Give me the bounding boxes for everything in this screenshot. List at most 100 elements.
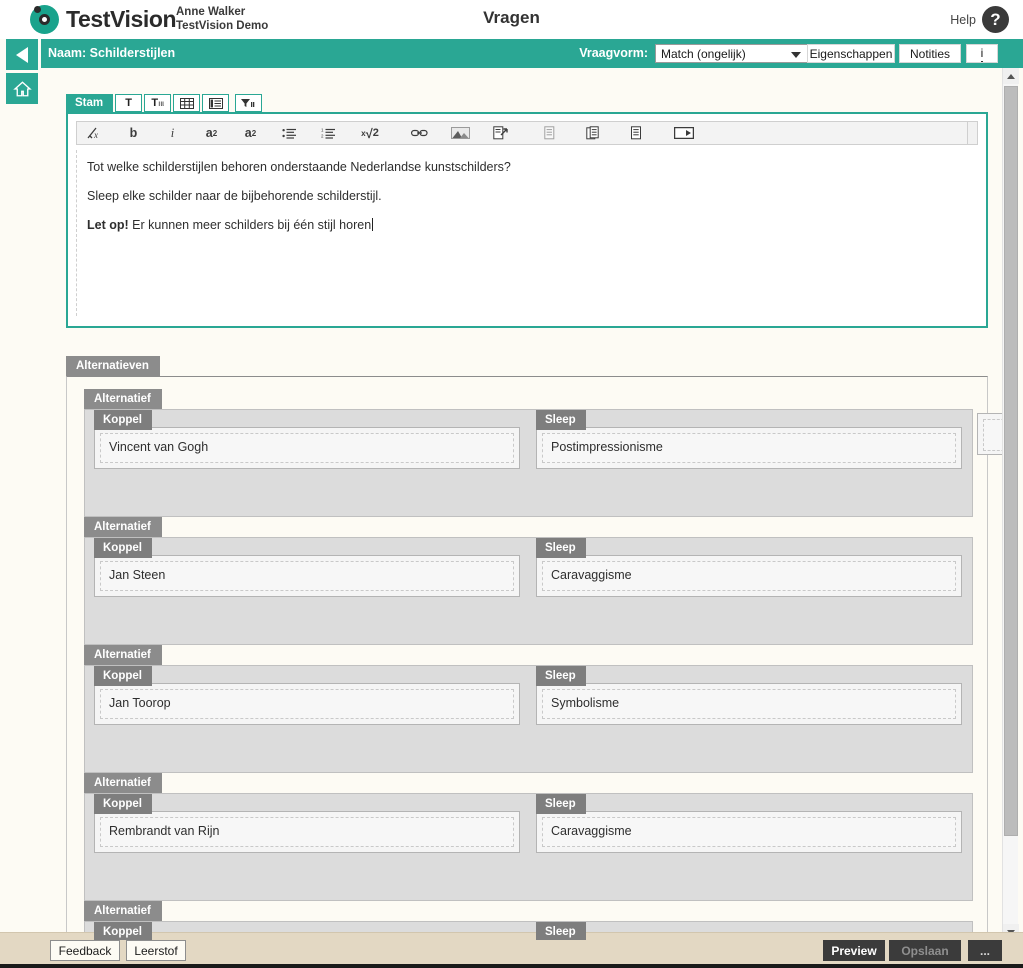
- koppel-value[interactable]: Jan Toorop: [100, 689, 514, 719]
- opslaan-button[interactable]: Opslaan: [889, 940, 961, 961]
- window-bottom-edge: [0, 964, 1023, 968]
- media-list-icon[interactable]: [202, 94, 230, 112]
- superscript-icon[interactable]: a2: [203, 125, 220, 142]
- notities-button[interactable]: Notities: [899, 44, 961, 63]
- koppel-value[interactable]: Jan Steen: [100, 561, 514, 591]
- alternatief-tab[interactable]: Alternatief: [84, 645, 162, 665]
- left-rail: [0, 39, 41, 940]
- sleep-field[interactable]: Caravaggisme: [536, 811, 962, 853]
- info-icon-label: i: [980, 45, 984, 62]
- koppel-field[interactable]: Rembrandt van Rijn: [94, 811, 520, 853]
- filter-columns-icon[interactable]: [235, 94, 263, 112]
- sleep-tab[interactable]: Sleep: [536, 794, 586, 814]
- text-columns-icon[interactable]: Tıιι: [144, 94, 172, 112]
- stam-line-2: Sleep elke schilder naar de bijbehorende…: [87, 189, 382, 203]
- copy-icon[interactable]: [542, 125, 559, 142]
- koppel-tab[interactable]: Koppel: [94, 922, 152, 940]
- sleep-field-overflow[interactable]: [977, 413, 1009, 455]
- clear-formatting-icon[interactable]: x: [86, 125, 103, 142]
- alternatief-tab[interactable]: Alternatief: [84, 901, 162, 921]
- help-link[interactable]: Help ?: [950, 6, 1009, 33]
- sleep-field[interactable]: Postimpressionisme: [536, 427, 962, 469]
- sleep-value[interactable]: Caravaggisme: [542, 817, 956, 847]
- alternatief-body: Koppel Jan Steen Sleep Caravaggisme: [84, 537, 973, 645]
- numbered-list-icon[interactable]: 1 2: [320, 125, 337, 142]
- image-icon[interactable]: [450, 125, 470, 142]
- chevron-down-icon: [791, 52, 801, 58]
- main-scroll-panel: Stam T Tıιι x b i a 2 a 2 1 2 x √ 2 Tot …: [41, 68, 1007, 940]
- text-caret: [372, 218, 374, 231]
- stam-text-body[interactable]: Tot welke schilderstijlen behoren onders…: [76, 150, 974, 316]
- feedback-button[interactable]: Feedback: [50, 940, 120, 961]
- sleep-value[interactable]: Symbolisme: [542, 689, 956, 719]
- formula-icon[interactable]: x √ 2: [359, 125, 381, 142]
- scroll-up-button[interactable]: [1003, 68, 1019, 84]
- svg-text:2: 2: [321, 133, 324, 138]
- koppel-tab[interactable]: Koppel: [94, 410, 152, 430]
- question-name: Naam: Schilderstijlen: [48, 46, 176, 60]
- koppel-field[interactable]: Vincent van Gogh: [94, 427, 520, 469]
- alternatief-body: Koppel Rembrandt van Rijn Sleep Caravagg…: [84, 793, 973, 901]
- sleep-tab[interactable]: Sleep: [536, 410, 586, 430]
- paste-icon[interactable]: [585, 125, 602, 142]
- testvision-question-editor: TestVision Anne Walker TestVision Demo V…: [0, 0, 1023, 968]
- koppel-field[interactable]: Jan Toorop: [94, 683, 520, 725]
- alternatief-tab[interactable]: Alternatief: [84, 517, 162, 537]
- sleep-tab[interactable]: Sleep: [536, 666, 586, 686]
- stam-line-1: Tot welke schilderstijlen behoren onders…: [87, 160, 511, 174]
- sleep-tab[interactable]: Sleep: [536, 922, 586, 940]
- koppel-tab[interactable]: Koppel: [94, 666, 152, 686]
- stam-line-3: Let op! Er kunnen meer schilders bij één…: [87, 218, 974, 232]
- more-options-button[interactable]: ...: [968, 940, 1002, 961]
- stam-tab-bar: Stam T Tıιι: [66, 94, 263, 112]
- koppel-tab[interactable]: Koppel: [94, 538, 152, 558]
- sleep-tab[interactable]: Sleep: [536, 538, 586, 558]
- video-icon[interactable]: [673, 125, 695, 142]
- alternatief-tab[interactable]: Alternatief: [84, 773, 162, 793]
- text-icon[interactable]: T: [115, 94, 143, 112]
- home-button[interactable]: [6, 73, 38, 104]
- stam-editor: x b i a2 a2 1 2 x √ 2 Tot welke schilder…: [66, 112, 988, 328]
- koppel-field[interactable]: Jan Steen: [94, 555, 520, 597]
- tab-stam[interactable]: Stam: [66, 94, 114, 112]
- alternatief-body: Koppel Vincent van Gogh Sleep Postimpres…: [84, 409, 973, 517]
- vraagvorm-selected-value: Match (ongelijk): [661, 46, 746, 61]
- svg-text:x: x: [93, 130, 98, 140]
- insert-object-icon[interactable]: [492, 125, 509, 142]
- sleep-value[interactable]: Caravaggisme: [542, 561, 956, 591]
- sleep-field[interactable]: Caravaggisme: [536, 555, 962, 597]
- leerstof-button[interactable]: Leerstof: [126, 940, 186, 961]
- editor-scrollbar[interactable]: [967, 121, 978, 145]
- brand-bar: TestVision Anne Walker TestVision Demo V…: [0, 0, 1023, 39]
- stam-line-3-rest: Er kunnen meer schilders bij één stijl h…: [128, 218, 372, 232]
- back-button[interactable]: [6, 39, 38, 70]
- info-button[interactable]: i: [966, 44, 998, 63]
- vraagvorm-select[interactable]: Match (ongelijk): [655, 44, 808, 63]
- alternatieven-section-tab[interactable]: Alternatieven: [66, 356, 160, 376]
- italic-icon[interactable]: i: [164, 125, 181, 142]
- alternatief-tab[interactable]: Alternatief: [84, 389, 162, 409]
- sleep-value[interactable]: Postimpressionisme: [542, 433, 956, 463]
- alternatief-body: Koppel Jan Toorop Sleep Symbolisme: [84, 665, 973, 773]
- page-scrollbar[interactable]: [1002, 68, 1019, 940]
- bold-icon[interactable]: b: [125, 125, 142, 142]
- link-icon[interactable]: [411, 125, 428, 142]
- table-icon[interactable]: [173, 94, 201, 112]
- subscript-icon[interactable]: a2: [242, 125, 259, 142]
- bullet-list-icon[interactable]: [281, 125, 298, 142]
- scrollbar-thumb[interactable]: [1004, 86, 1018, 836]
- footer-bar: Feedback Leerstof Preview Opslaan ...: [0, 932, 1023, 968]
- rich-text-toolbar: x b i a2 a2 1 2 x √ 2: [76, 121, 974, 145]
- alternatieven-container: Alternatief Koppel Vincent van Gogh Slee…: [66, 376, 988, 940]
- paste-plain-icon[interactable]: [628, 125, 645, 142]
- stam-line-3-bold: Let op!: [87, 218, 129, 232]
- page-title: Vragen: [483, 8, 540, 27]
- triangle-left-icon: [16, 46, 28, 63]
- koppel-value[interactable]: Rembrandt van Rijn: [100, 817, 514, 847]
- preview-button[interactable]: Preview: [823, 940, 885, 961]
- sleep-field[interactable]: Symbolisme: [536, 683, 962, 725]
- koppel-value[interactable]: Vincent van Gogh: [100, 433, 514, 463]
- koppel-tab[interactable]: Koppel: [94, 794, 152, 814]
- eigenschappen-button[interactable]: Eigenschappen: [807, 44, 895, 63]
- question-mark-icon[interactable]: ?: [982, 6, 1009, 33]
